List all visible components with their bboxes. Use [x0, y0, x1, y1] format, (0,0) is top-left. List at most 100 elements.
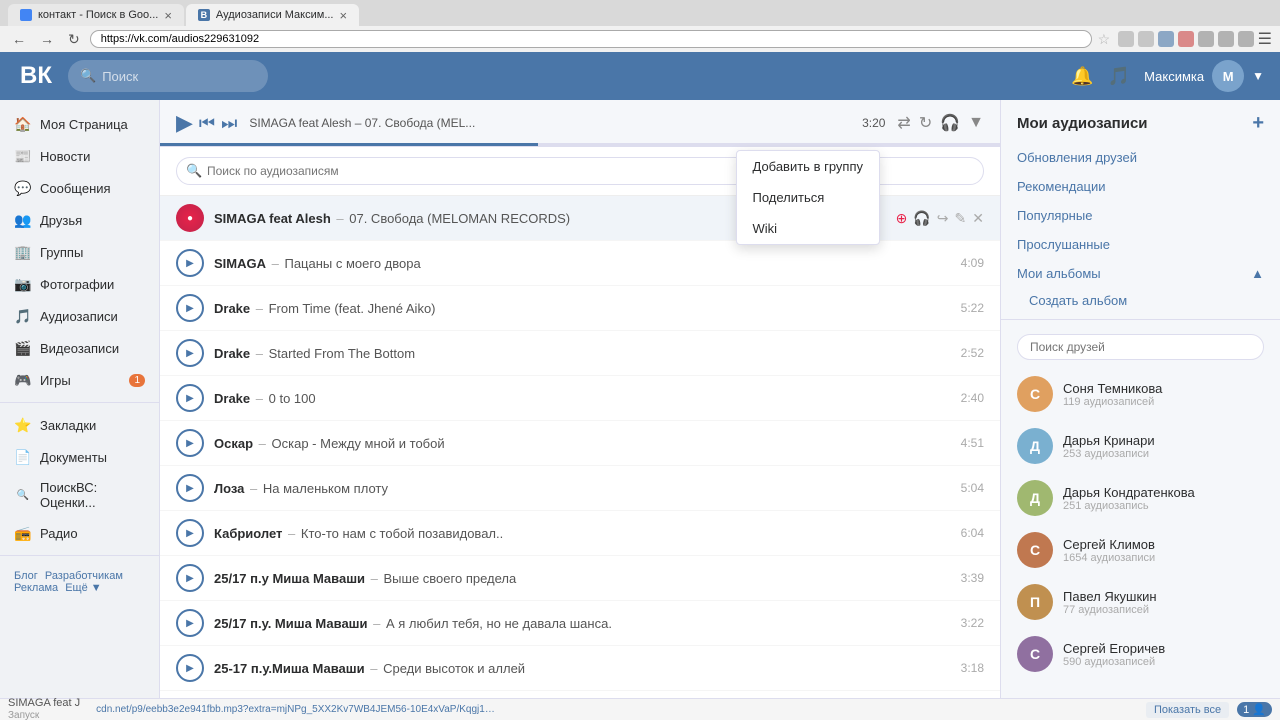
track-play-button[interactable]: ▶: [176, 384, 204, 412]
toolbar-icon-ext3[interactable]: [1158, 31, 1174, 47]
player-prev-button[interactable]: ⏮: [199, 113, 215, 134]
player-more-button[interactable]: ▼: [968, 114, 984, 132]
friend-item[interactable]: Д Дарья Кринари 253 аудиозаписи: [1001, 420, 1280, 472]
toolbar-icon-star[interactable]: ☆: [1098, 31, 1114, 47]
chrome-menu-button[interactable]: ☰: [1258, 29, 1272, 49]
track-play-button[interactable]: ▶: [176, 654, 204, 682]
sidebar-item-bookmarks[interactable]: ⭐ Закладки: [0, 409, 159, 441]
url-bar[interactable]: [90, 30, 1092, 48]
track-play-button[interactable]: ▶: [176, 564, 204, 592]
player-progress-bar[interactable]: [160, 143, 1000, 146]
sidebar-item-games[interactable]: 🎮 Игры 1: [0, 364, 159, 396]
browser-tab-2[interactable]: В Аудиозаписи Максим... ×: [186, 4, 359, 26]
track-duration: 3:18: [961, 661, 984, 675]
toolbar-icon-ext6[interactable]: [1218, 31, 1234, 47]
tab-close-2[interactable]: ×: [340, 8, 348, 23]
track-play-button[interactable]: ●: [176, 204, 204, 232]
sidebar-item-messages[interactable]: 💬 Сообщения: [0, 172, 159, 204]
toolbar-icon-ext2[interactable]: [1138, 31, 1154, 47]
track-separator: –: [373, 616, 384, 631]
player-repeat-button[interactable]: ↻: [919, 113, 932, 133]
browser-tab-1[interactable]: контакт - Поиск в Goo... ×: [8, 4, 184, 26]
track-item[interactable]: ▶ Drake – Started From The Bottom 2:52: [160, 331, 1000, 376]
toolbar-icon-ext5[interactable]: [1198, 31, 1214, 47]
dropdown-add-to-group[interactable]: Добавить в группу: [737, 151, 880, 182]
track-play-button[interactable]: ▶: [176, 609, 204, 637]
sidebar-footer-ads[interactable]: Реклама: [14, 582, 58, 594]
track-item[interactable]: ▶ Drake – 0 to 100 2:40: [160, 376, 1000, 421]
right-nav-listened[interactable]: Прослушанные: [1001, 230, 1280, 259]
track-item[interactable]: ▶ Оскар – Оскар - Между мной и тобой 4:5…: [160, 421, 1000, 466]
track-artist: Оскар: [214, 436, 253, 451]
track-edit-button[interactable]: ✎: [955, 210, 967, 227]
track-item[interactable]: ▶ Drake – From Time (feat. Jhené Aiko) 5…: [160, 286, 1000, 331]
player-shuffle-button[interactable]: ⇄: [897, 113, 910, 133]
show-all-button[interactable]: Показать все: [1146, 702, 1229, 718]
track-duration: 4:51: [961, 436, 984, 450]
friends-search-input[interactable]: [1017, 334, 1264, 360]
sidebar-item-searchvs[interactable]: 🔍 ПоискВС: Оценки...: [0, 473, 159, 517]
sidebar-item-photos[interactable]: 📷 Фотографии: [0, 268, 159, 300]
sidebar-item-my-page[interactable]: 🏠 Моя Страница: [0, 108, 159, 140]
track-item[interactable]: ▶ SIMAGA – Пацаны с моего двора 4:09: [160, 241, 1000, 286]
header-search-box[interactable]: 🔍: [68, 60, 268, 92]
tab-close-1[interactable]: ×: [164, 8, 172, 23]
header-search-input[interactable]: [102, 69, 242, 84]
toolbar-icon-ext1[interactable]: [1118, 31, 1134, 47]
track-headphone-button[interactable]: 🎧: [913, 210, 930, 227]
user-dropdown-icon[interactable]: ▼: [1252, 69, 1264, 83]
friend-item[interactable]: П Павел Якушкин 77 аудиозаписей: [1001, 576, 1280, 628]
track-item[interactable]: ▶ Лоза – На маленьком плоту 5:04: [160, 466, 1000, 511]
track-play-button[interactable]: ▶: [176, 249, 204, 277]
track-play-button[interactable]: ▶: [176, 294, 204, 322]
sidebar-footer-dev[interactable]: Разработчикам: [45, 570, 123, 582]
sidebar-item-audio[interactable]: 🎵 Аудиозаписи: [0, 300, 159, 332]
dropdown-wiki[interactable]: Wiki: [737, 213, 880, 244]
user-info[interactable]: Максимка М ▼: [1144, 60, 1264, 92]
friend-item[interactable]: С Сергей Климов 1654 аудиозаписи: [1001, 524, 1280, 576]
music-icon[interactable]: 🎵: [1108, 66, 1130, 87]
player-play-button[interactable]: ▶: [176, 110, 193, 136]
sidebar-item-news[interactable]: 📰 Новости: [0, 140, 159, 172]
forward-button[interactable]: →: [36, 29, 58, 49]
track-item[interactable]: ▶ 25-17 п.у.Миша Маваши – Среди высоток …: [160, 646, 1000, 691]
sidebar-item-groups[interactable]: 🏢 Группы: [0, 236, 159, 268]
refresh-button[interactable]: ↻: [64, 29, 84, 50]
player-bar: ▶ ⏮ ⏭ SIMAGA feat Alesh – 07. Свобода (M…: [160, 100, 1000, 147]
create-album-link[interactable]: Создать альбом: [1001, 288, 1280, 313]
player-headphones-button[interactable]: 🎧: [940, 113, 960, 133]
track-separator: –: [336, 211, 347, 226]
friend-name: Дарья Кринари: [1063, 433, 1155, 448]
toolbar-icon-ext4[interactable]: [1178, 31, 1194, 47]
track-item[interactable]: ▶ 25/17 п.у. Миша Маваши – А я любил теб…: [160, 601, 1000, 646]
friend-item[interactable]: С Соня Темникова 119 аудиозаписей: [1001, 368, 1280, 420]
notification-badge[interactable]: 1 👤: [1237, 702, 1272, 717]
sidebar-footer-blog[interactable]: Блог: [14, 570, 38, 582]
friend-item[interactable]: Д Дарья Кондратенкова 251 аудиозапись: [1001, 472, 1280, 524]
track-play-button[interactable]: ▶: [176, 429, 204, 457]
track-play-button[interactable]: ▶: [176, 519, 204, 547]
track-item[interactable]: ▶ Кабриолет – Кто-то нам с тобой позавид…: [160, 511, 1000, 556]
add-audio-button[interactable]: +: [1252, 112, 1264, 135]
sidebar-item-documents[interactable]: 📄 Документы: [0, 441, 159, 473]
sidebar-footer-more[interactable]: Ещё ▼: [65, 582, 101, 594]
friend-item[interactable]: С Сергей Егоричев 590 аудиозаписей: [1001, 628, 1280, 680]
dropdown-share[interactable]: Поделиться: [737, 182, 880, 213]
back-button[interactable]: ←: [8, 29, 30, 49]
right-albums-section[interactable]: Мои альбомы ▲: [1001, 259, 1280, 288]
sidebar-item-friends[interactable]: 👥 Друзья: [0, 204, 159, 236]
track-repost-button[interactable]: ↪: [937, 210, 949, 227]
sidebar-item-video[interactable]: 🎬 Видеозаписи: [0, 332, 159, 364]
track-item[interactable]: ▶ 25/17 п.у Миша Маваши – Выше своего пр…: [160, 556, 1000, 601]
player-next-button[interactable]: ⏭: [221, 113, 237, 134]
track-play-button[interactable]: ▶: [176, 474, 204, 502]
notifications-icon[interactable]: 🔔: [1071, 66, 1093, 87]
track-add-button[interactable]: ⊕: [896, 210, 908, 227]
track-delete-button[interactable]: ✕: [972, 210, 984, 227]
right-nav-popular[interactable]: Популярные: [1001, 201, 1280, 230]
track-play-button[interactable]: ▶: [176, 339, 204, 367]
toolbar-icon-ext7[interactable]: [1238, 31, 1254, 47]
right-nav-friends-updates[interactable]: Обновления друзей: [1001, 143, 1280, 172]
right-nav-recommendations[interactable]: Рекомендации: [1001, 172, 1280, 201]
sidebar-item-radio[interactable]: 📻 Радио: [0, 517, 159, 549]
